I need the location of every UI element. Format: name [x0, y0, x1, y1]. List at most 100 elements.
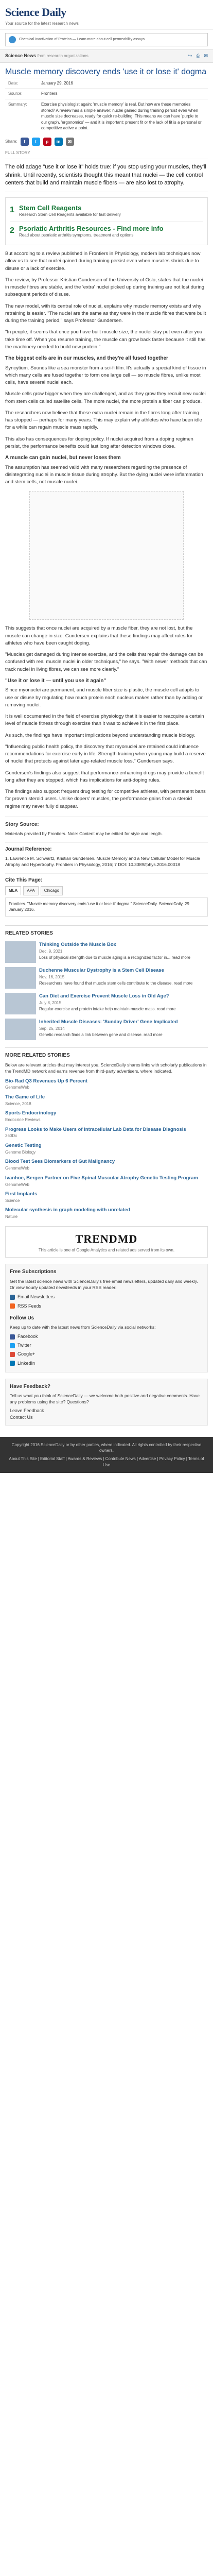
- body-paragraph: Muscle cells grow bigger when they are c…: [5, 391, 206, 404]
- more-item[interactable]: The Game of Life Science, 2018: [5, 1094, 208, 1107]
- body-paragraph: "In people, it seems that once you have …: [5, 329, 206, 350]
- ad-icon: [9, 36, 16, 44]
- related-item-title[interactable]: Can Diet and Exercise Prevent Muscle Los…: [39, 993, 175, 1000]
- facebook-icon[interactable]: f: [20, 137, 29, 146]
- more-title: MORE RELATED STORIES: [5, 1053, 70, 1059]
- cite-tab-chicago[interactable]: Chicago: [40, 886, 63, 895]
- journal-reference: Journal Reference: 1. Lawrence M. Schwar…: [5, 842, 208, 868]
- related-item-title[interactable]: Thinking Outside the Muscle Box: [39, 941, 190, 948]
- body-paragraph: Since myonuclei are permanent, and muscl…: [5, 687, 203, 708]
- more-item-meta: GenomeWeb: [5, 1166, 29, 1171]
- more-item-title[interactable]: Progress Looks to Make Users of Intracel…: [5, 1126, 208, 1133]
- related-item[interactable]: Inherited Muscle Diseases: 'Sunday Drive…: [5, 1019, 208, 1041]
- follow-title: Follow Us: [10, 1315, 34, 1321]
- sponsored-title[interactable]: Stem Cell Reagents: [19, 204, 121, 212]
- more-item[interactable]: Sports Endocrinology Endocrine Reviews: [5, 1110, 208, 1123]
- twitter-link[interactable]: Twitter: [10, 1341, 203, 1350]
- sponsored-title[interactable]: Psoriatic Arthritis Resources - Find mor…: [19, 225, 164, 233]
- article-body: But according to a review published in F…: [5, 250, 208, 810]
- related-item-title[interactable]: Duchenne Muscular Dystrophy is a Stem Ce…: [39, 967, 192, 974]
- more-item[interactable]: Ivanhoe, Bergen Partner on Five Spinal M…: [5, 1175, 208, 1188]
- more-item-title[interactable]: First Implants: [5, 1191, 208, 1198]
- related-item-desc: Regular exercise and protein intake help…: [39, 1006, 176, 1011]
- feedback-box: Have Feedback? Tell us what you think of…: [5, 1378, 208, 1426]
- more-item-meta: GenomeWeb: [5, 1085, 29, 1090]
- footer-links[interactable]: About This Site | Editorial Staff | Awar…: [5, 1456, 208, 1468]
- rss-link[interactable]: RSS Feeds: [10, 1302, 203, 1311]
- related-item-title[interactable]: Inherited Muscle Diseases: 'Sunday Drive…: [39, 1019, 178, 1026]
- follow-desc: Keep up to date with the latest news fro…: [10, 1325, 156, 1330]
- body-paragraph: Syncytium. Sounds like a sea monster fro…: [5, 365, 206, 386]
- nav-icons: ↪ ⎙ ✉: [188, 53, 208, 59]
- page: Science Daily Your source for the latest…: [0, 0, 213, 1473]
- journal-text[interactable]: 1. Lawrence M. Schwartz, Kristian Gunder…: [5, 855, 208, 868]
- share-icon[interactable]: ↪: [188, 53, 192, 59]
- story-source-title: Story Source:: [5, 821, 39, 827]
- more-item-title[interactable]: The Game of Life: [5, 1094, 208, 1101]
- more-item-meta: Genome Biology: [5, 1149, 36, 1155]
- cite-tab-mla[interactable]: MLA: [5, 886, 22, 895]
- more-item-title[interactable]: Molecular synthesis in graph modeling wi…: [5, 1207, 208, 1214]
- body-paragraph: It is well documented in the field of ex…: [5, 714, 204, 727]
- body-paragraph: The new model, with its central role of …: [5, 303, 206, 324]
- more-item[interactable]: Genetic Testing Genome Biology: [5, 1142, 208, 1155]
- site-header: Science Daily Your source for the latest…: [0, 0, 213, 30]
- more-item-title[interactable]: Genetic Testing: [5, 1142, 208, 1149]
- sponsored-desc: Read about psoriatic arthritis symptoms,…: [19, 233, 134, 238]
- email-share-icon[interactable]: ✉: [65, 137, 74, 146]
- body-paragraph: The researchers now believe that these e…: [5, 410, 202, 431]
- footer-copyright: Copyright 2016 ScienceDaily or by other …: [11, 1442, 202, 1453]
- related-item-date: Dec. 9, 2021: [39, 949, 63, 954]
- related-item[interactable]: Duchenne Muscular Dystrophy is a Stem Ce…: [5, 967, 208, 989]
- related-thumbnail[interactable]: [5, 1019, 36, 1041]
- more-item-title[interactable]: Blood Test Sees Biomarkers of Gut Malign…: [5, 1158, 208, 1165]
- body-paragraph: The findings also support frequent drug …: [5, 789, 206, 809]
- feedback-list: Leave Feedback Contact Us: [10, 1408, 203, 1421]
- inline-ad-slot[interactable]: [29, 491, 184, 620]
- section-title[interactable]: Science News from research organizations: [5, 53, 88, 59]
- cite-title: Cite This Page:: [5, 877, 43, 883]
- linkedin-icon[interactable]: in: [54, 137, 63, 146]
- more-item-meta: Science: [5, 1198, 20, 1203]
- contact-us-link[interactable]: Contact Us: [10, 1414, 203, 1421]
- more-item-title[interactable]: Bio-Rad Q3 Revenues Up 6 Percent: [5, 1078, 208, 1085]
- linkedin-icon: [10, 1361, 15, 1366]
- rss-icon: [10, 1303, 15, 1309]
- related-thumbnail[interactable]: [5, 993, 36, 1015]
- googleplus-link[interactable]: Google+: [10, 1350, 203, 1359]
- subscriptions: Free Subscriptions Get the latest scienc…: [5, 1264, 208, 1372]
- related-item[interactable]: Can Diet and Exercise Prevent Muscle Los…: [5, 993, 208, 1015]
- more-item-title[interactable]: Ivanhoe, Bergen Partner on Five Spinal M…: [5, 1175, 208, 1182]
- related-thumbnail[interactable]: [5, 967, 36, 989]
- facebook-link[interactable]: Facebook: [10, 1332, 203, 1341]
- newsletter-link[interactable]: Email Newsletters: [10, 1293, 203, 1301]
- article-source[interactable]: Frontiers: [38, 88, 208, 99]
- email-icon[interactable]: ✉: [204, 53, 208, 59]
- cite-tab-apa[interactable]: APA: [23, 886, 39, 895]
- site-logo[interactable]: Science Daily: [5, 4, 208, 21]
- sponsored-item[interactable]: 1 Stem Cell Reagents Research Stem Cell …: [10, 201, 203, 222]
- twitter-icon[interactable]: t: [31, 137, 40, 146]
- more-item-title[interactable]: Sports Endocrinology: [5, 1110, 208, 1117]
- print-icon[interactable]: ⎙: [196, 53, 200, 59]
- related-item-desc: Genetic research finds a link between ge…: [39, 1032, 163, 1037]
- linkedin-link[interactable]: LinkedIn: [10, 1359, 203, 1368]
- article-headline: Muscle memory discovery ends 'use it or …: [5, 67, 207, 76]
- more-item[interactable]: Bio-Rad Q3 Revenues Up 6 Percent GenomeWe…: [5, 1078, 208, 1091]
- more-item[interactable]: Progress Looks to Make Users of Intracel…: [5, 1126, 208, 1139]
- trendmd-box[interactable]: TRENDMD This article is one of Google An…: [5, 1226, 208, 1258]
- related-thumbnail[interactable]: [5, 941, 36, 963]
- sponsored-item[interactable]: 2 Psoriatic Arthritis Resources - Find m…: [10, 222, 203, 242]
- related-item[interactable]: Thinking Outside the Muscle Box Dec. 9, …: [5, 941, 208, 963]
- more-item[interactable]: Blood Test Sees Biomarkers of Gut Malign…: [5, 1158, 208, 1171]
- subs-title: Free Subscriptions: [10, 1269, 57, 1275]
- body-paragraph: But according to a review published in F…: [5, 251, 201, 272]
- pinterest-icon[interactable]: p: [43, 137, 51, 146]
- more-item[interactable]: Molecular synthesis in graph modeling wi…: [5, 1207, 208, 1219]
- site-tagline: Your source for the latest research news: [5, 21, 79, 26]
- more-item[interactable]: First Implants Science: [5, 1191, 208, 1204]
- leave-feedback-link[interactable]: Leave Feedback: [10, 1408, 203, 1414]
- more-intro: Below are relevant articles that may int…: [5, 1062, 207, 1074]
- related-item-desc: Loss of physical strength due to muscle …: [39, 955, 190, 960]
- ad-banner[interactable]: Chemical Inactivation of Proteins — Lear…: [5, 33, 208, 47]
